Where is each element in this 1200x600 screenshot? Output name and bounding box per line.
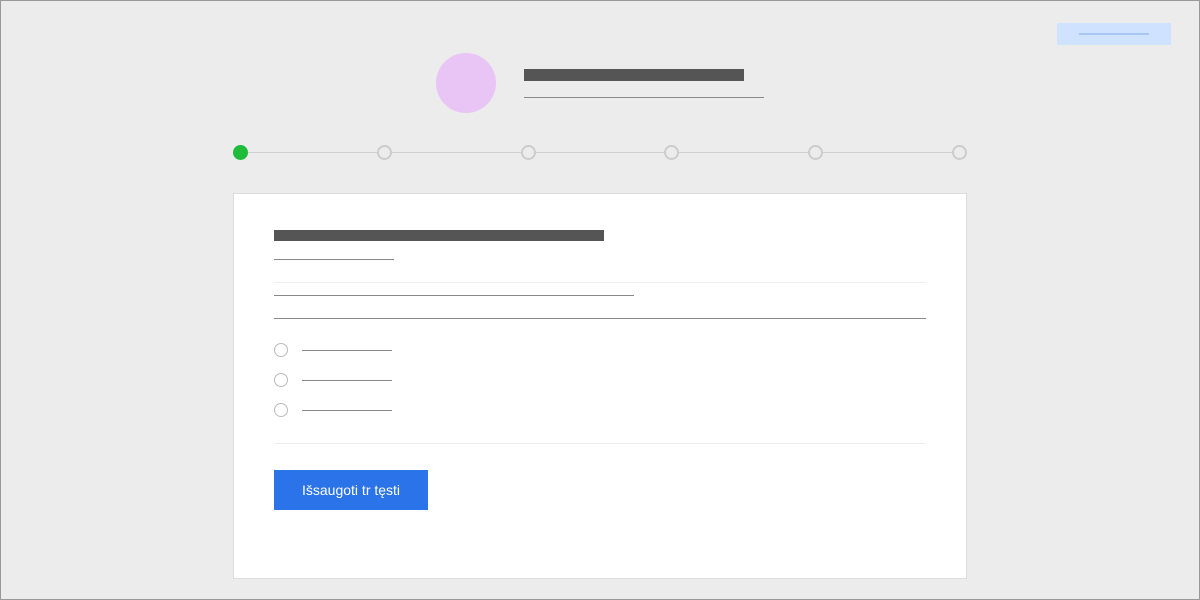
text-input-underline[interactable] (274, 318, 926, 319)
page-title (524, 69, 744, 81)
radio-label (302, 380, 392, 381)
radio-option-3[interactable] (274, 403, 926, 417)
field-label (274, 295, 634, 296)
badge-text-placeholder (1079, 33, 1149, 35)
step-3[interactable] (521, 145, 536, 160)
radio-label (302, 350, 392, 351)
header-text-group (524, 69, 764, 98)
avatar (436, 53, 496, 113)
save-continue-button[interactable]: Išsaugoti tr tęsti (274, 470, 428, 510)
page-subtitle (524, 97, 764, 98)
progress-stepper (233, 145, 967, 160)
section-title (274, 230, 604, 241)
section-subtitle (274, 259, 394, 260)
header-badge[interactable] (1057, 23, 1171, 45)
form-card: Išsaugoti tr tęsti (233, 193, 967, 579)
radio-icon (274, 403, 288, 417)
radio-option-2[interactable] (274, 373, 926, 387)
step-4[interactable] (664, 145, 679, 160)
step-1[interactable] (233, 145, 248, 160)
divider (274, 443, 926, 444)
divider (274, 282, 926, 283)
radio-option-1[interactable] (274, 343, 926, 357)
radio-label (302, 410, 392, 411)
step-2[interactable] (377, 145, 392, 160)
step-6[interactable] (952, 145, 967, 160)
radio-icon (274, 343, 288, 357)
radio-group (274, 343, 926, 417)
page-header (1, 53, 1199, 113)
radio-icon (274, 373, 288, 387)
step-5[interactable] (808, 145, 823, 160)
